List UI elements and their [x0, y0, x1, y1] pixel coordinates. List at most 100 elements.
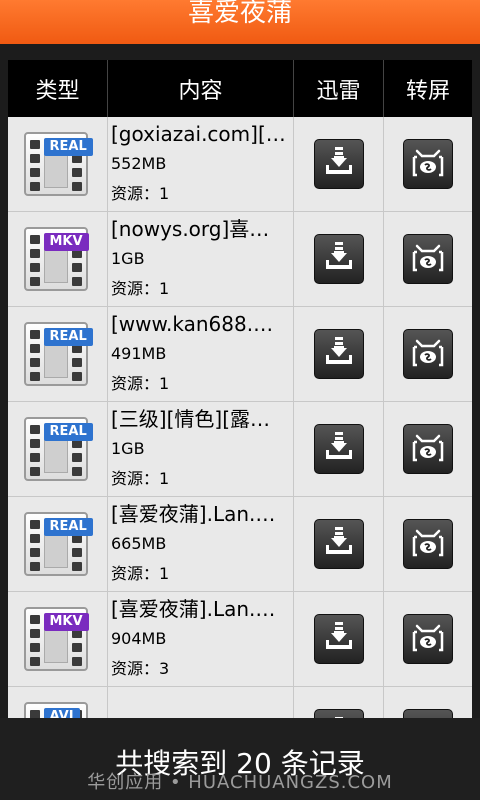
table-row[interactable]: REAL [www.kan688.… 491MB 资源： 1	[8, 307, 472, 402]
video-file-icon: REAL	[22, 316, 94, 392]
cast-cell	[384, 212, 472, 306]
thunder-cell	[294, 212, 384, 306]
table-row[interactable]: REAL [三级][情色][露… 1GB 资源： 1	[8, 402, 472, 497]
resource-value: 1	[159, 374, 170, 393]
cast-cell	[384, 592, 472, 686]
file-size: 491MB	[111, 344, 167, 363]
cast-cell	[384, 307, 472, 401]
file-size: 665MB	[111, 534, 167, 553]
video-file-icon: MKV	[22, 221, 94, 297]
thunder-download-button[interactable]	[313, 519, 364, 569]
thunder-cell	[294, 497, 384, 591]
header-cast: 转屏	[405, 78, 450, 104]
cast-cell	[384, 117, 472, 211]
resource-value: 1	[159, 184, 170, 203]
resource-value: 1	[159, 279, 170, 298]
content-cell[interactable]: [www.kan688.… 491MB 资源： 1	[108, 307, 294, 401]
header-type: 类型	[8, 60, 108, 117]
thunder-download-button[interactable]	[313, 139, 364, 189]
cast-screen-button[interactable]	[403, 139, 453, 189]
download-icon	[321, 144, 357, 184]
table-header: 类型 内容 迅雷 转屏	[8, 60, 472, 117]
video-file-icon: AVI	[22, 696, 94, 718]
file-name: [goxiazai.com][…	[111, 122, 286, 146]
resource-value: 1	[159, 564, 170, 583]
cast-screen-button[interactable]	[403, 614, 453, 664]
download-icon	[321, 239, 357, 279]
table-row[interactable]: AVI [喜爱夜蒲]粤语…	[8, 687, 472, 718]
video-file-icon: REAL	[22, 126, 94, 202]
table-row[interactable]: REAL [喜爱夜蒲].Lan.… 665MB 资源： 1	[8, 497, 472, 592]
table-body: REAL [goxiazai.com][… 552MB 资源： 1 MKV [nowys.o…	[8, 117, 472, 718]
page-title: 喜爱夜蒲	[187, 0, 292, 28]
thunder-download-button[interactable]	[313, 329, 364, 379]
table-row[interactable]: REAL [goxiazai.com][… 552MB 资源： 1	[8, 117, 472, 212]
thunder-cell	[294, 402, 384, 496]
type-cell: REAL	[8, 402, 108, 496]
content-cell[interactable]: [三级][情色][露… 1GB 资源： 1	[108, 402, 294, 496]
file-size: 552MB	[111, 154, 167, 173]
resource-label: 资源：	[111, 469, 160, 488]
type-cell: REAL	[8, 497, 108, 591]
resource-label: 资源：	[111, 184, 160, 203]
resource-count: 资源： 1	[111, 274, 169, 304]
watermark: 华创应用 • HUACHUANGZS.COM	[87, 772, 393, 793]
download-icon	[321, 619, 357, 659]
file-type-badge: MKV	[43, 613, 89, 631]
cast-screen-icon	[409, 618, 447, 660]
type-cell: REAL	[8, 307, 108, 401]
cast-screen-icon	[409, 143, 447, 185]
file-size: 1GB	[111, 439, 145, 458]
thunder-cell	[294, 307, 384, 401]
content-cell[interactable]: [goxiazai.com][… 552MB 资源： 1	[108, 117, 294, 211]
video-file-icon: MKV	[22, 601, 94, 677]
resource-label: 资源：	[111, 564, 160, 583]
download-icon	[321, 524, 357, 564]
content-cell[interactable]: [喜爱夜蒲]粤语…	[108, 687, 294, 718]
thunder-download-button[interactable]	[313, 709, 364, 718]
type-cell: REAL	[8, 117, 108, 211]
file-type-badge: MKV	[43, 233, 89, 251]
content-cell[interactable]: [nowys.org]喜… 1GB 资源： 1	[108, 212, 294, 306]
cast-screen-button[interactable]	[403, 329, 453, 379]
cast-screen-button[interactable]	[403, 519, 453, 569]
resource-count: 资源： 1	[111, 464, 169, 494]
resource-value: 1	[159, 469, 170, 488]
cast-cell	[384, 497, 472, 591]
resource-label: 资源：	[111, 659, 160, 678]
results-table: 类型 内容 迅雷 转屏 REAL [goxiazai.com][… 552MB 资源：…	[8, 60, 472, 718]
type-cell: MKV	[8, 212, 108, 306]
cast-screen-icon	[409, 523, 447, 565]
table-row[interactable]: MKV [喜爱夜蒲].Lan.… 904MB 资源： 3	[8, 592, 472, 687]
title-bar: 喜爱夜蒲	[0, 0, 480, 44]
content-cell[interactable]: [喜爱夜蒲].Lan.… 904MB 资源： 3	[108, 592, 294, 686]
table-row[interactable]: MKV [nowys.org]喜… 1GB 资源： 1	[8, 212, 472, 307]
cast-screen-button[interactable]	[403, 424, 453, 474]
cast-screen-icon	[409, 238, 447, 280]
resource-count: 资源： 1	[111, 369, 169, 399]
file-type-badge: AVI	[43, 708, 80, 718]
video-file-icon: REAL	[22, 411, 94, 487]
content-cell[interactable]: [喜爱夜蒲].Lan.… 665MB 资源： 1	[108, 497, 294, 591]
thunder-download-button[interactable]	[313, 424, 364, 474]
thunder-cell	[294, 592, 384, 686]
file-name: [喜爱夜蒲].Lan.…	[111, 597, 276, 621]
resource-label: 资源：	[111, 279, 160, 298]
download-icon	[321, 334, 357, 374]
thunder-download-button[interactable]	[313, 234, 364, 284]
header-content: 内容	[108, 60, 294, 117]
resource-value: 3	[159, 659, 170, 678]
resource-label: 资源：	[111, 374, 160, 393]
file-type-badge: REAL	[43, 328, 93, 346]
type-cell: MKV	[8, 592, 108, 686]
file-size: 904MB	[111, 629, 167, 648]
bottom-bar: 共搜索到 20 条记录 华创应用 • HUACHUANGZS.COM	[0, 718, 480, 800]
cast-screen-button[interactable]	[403, 234, 453, 284]
thunder-download-button[interactable]	[313, 614, 364, 664]
thunder-cell	[294, 687, 384, 718]
cast-screen-button[interactable]	[403, 709, 453, 718]
file-type-badge: REAL	[43, 518, 93, 536]
file-name: [喜爱夜蒲].Lan.…	[111, 502, 276, 526]
resource-count: 资源： 3	[111, 654, 169, 684]
cast-cell	[384, 402, 472, 496]
